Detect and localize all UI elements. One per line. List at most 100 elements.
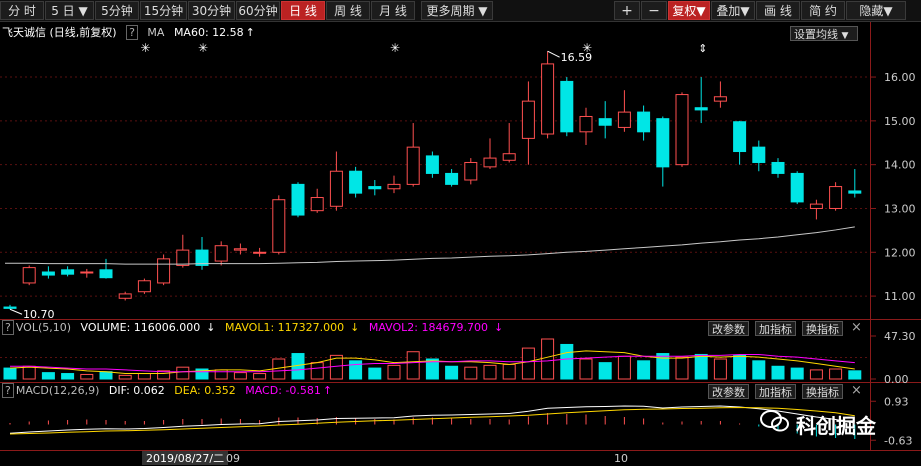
- volume-bar: [502, 363, 516, 380]
- dea-line: [9, 406, 855, 435]
- adjust-rights-label: 复权: [672, 4, 697, 18]
- price-tick-label: 14.00: [884, 159, 916, 172]
- period-5day[interactable]: 5 日 ▼: [45, 1, 94, 20]
- candle: [99, 269, 113, 279]
- period-60min[interactable]: 60分钟: [236, 1, 280, 20]
- period-30min[interactable]: 30分钟: [188, 1, 235, 20]
- stock-title: 飞天诚信 (日线,前复权): [2, 26, 117, 39]
- volume-bar: [694, 353, 708, 380]
- volume-bar: [137, 373, 151, 380]
- help-icon[interactable]: ?: [126, 25, 138, 40]
- period-monthly[interactable]: 月 线: [371, 1, 415, 20]
- volume-bar: [387, 364, 401, 380]
- volume-bar: [579, 358, 593, 380]
- volume-bar: [829, 368, 843, 380]
- macd-close-icon[interactable]: ×: [851, 383, 862, 398]
- overlay-label: 叠加: [716, 4, 741, 18]
- vol-add-indicator-button[interactable]: 加指标: [755, 321, 796, 336]
- watermark-text: 科创掘金: [796, 414, 876, 438]
- price-tick-label: 11.00: [884, 290, 916, 303]
- candle: [157, 258, 171, 284]
- vol-switch-indicator-button[interactable]: 换指标: [802, 321, 843, 336]
- price-tick-label: 15.00: [884, 115, 916, 128]
- low-marker-label: 10.70: [23, 308, 55, 321]
- chevron-down-icon: ▼: [696, 4, 706, 18]
- macd-add-indicator-button[interactable]: 加指标: [755, 384, 796, 399]
- overlay-button[interactable]: 叠加▼: [711, 1, 755, 20]
- hide-button[interactable]: 隐藏▼: [846, 1, 906, 20]
- candle: [368, 186, 382, 190]
- high-marker-line: [547, 50, 560, 58]
- period-more[interactable]: 更多周期 ▼: [421, 1, 493, 20]
- vol-change-params-button[interactable]: 改参数: [708, 321, 749, 336]
- low-marker-line: [9, 308, 23, 315]
- candle: [253, 251, 267, 254]
- price-tick-label: 13.00: [884, 202, 916, 215]
- volume-bar: [425, 358, 439, 380]
- period-weekly[interactable]: 周 线: [326, 1, 370, 20]
- period-15min[interactable]: 15分钟: [140, 1, 187, 20]
- main-chart-header: 飞天诚信 (日线,前复权) ? MA MA60: 12.58 ↑: [2, 25, 261, 40]
- volume-bar: [310, 362, 324, 380]
- candle: [521, 100, 535, 139]
- candle: [80, 271, 94, 274]
- adjust-rights-button[interactable]: 复权▼: [668, 1, 710, 20]
- period-5min[interactable]: 5分钟: [95, 1, 139, 20]
- candle: [617, 111, 631, 128]
- volume-bar: [80, 373, 94, 380]
- candle: [445, 172, 459, 185]
- macd-dif: DIF: 0.062: [108, 384, 165, 397]
- zoom-in-button[interactable]: +: [614, 1, 640, 20]
- toolbar: 分 时 5 日 ▼ 5分钟 15分钟 30分钟 60分钟 日 线 周 线 月 线…: [0, 0, 921, 22]
- price-tick-label: 12.00: [884, 246, 916, 259]
- candle: [560, 80, 574, 133]
- volume-bar: [483, 364, 497, 380]
- volume-header: ? VOL(5,10) VOLUME: 116006.000 ↓ MAVOL1: 1…: [2, 320, 509, 335]
- macd-tick-label: 0.93: [884, 395, 909, 408]
- candle: [425, 155, 439, 174]
- candle: [349, 170, 363, 194]
- vol-help-icon[interactable]: ?: [2, 320, 14, 335]
- down-arrow-icon: ↓: [206, 321, 216, 334]
- candle: [272, 199, 286, 253]
- mavol2-line: [10, 353, 855, 373]
- candle: [598, 118, 612, 126]
- candle: [713, 96, 727, 102]
- event-marker-icon: ✳: [390, 41, 400, 55]
- volume-bar: [809, 369, 823, 380]
- zoom-out-button[interactable]: −: [641, 1, 667, 20]
- macd-help-icon[interactable]: ?: [2, 383, 14, 398]
- volume-bar: [368, 367, 382, 380]
- period-intraday[interactable]: 分 时: [0, 1, 44, 20]
- set-ma-button[interactable]: 设置均线 ▼: [790, 26, 858, 41]
- volume-bar: [214, 369, 228, 380]
- simple-mode-button[interactable]: 简 约: [801, 1, 845, 20]
- macd-change-params-button[interactable]: 改参数: [708, 384, 749, 399]
- candle: [195, 249, 209, 266]
- candle: [848, 190, 862, 194]
- volume-bar: [733, 354, 747, 380]
- candle: [637, 111, 651, 133]
- ma60-line: [5, 226, 855, 265]
- macd-switch-indicator-button[interactable]: 换指标: [802, 384, 843, 399]
- period-daily[interactable]: 日 线: [281, 1, 325, 20]
- candle: [176, 249, 190, 266]
- volume-bar: [560, 343, 574, 380]
- macd-header: ? MACD(12,26,9) DIF: 0.062 DEA: 0.352 MAC…: [2, 383, 338, 398]
- up-arrow-icon: ↑: [245, 26, 255, 39]
- volume-bar: [406, 351, 420, 380]
- volume-bar: [22, 365, 36, 380]
- candle: [694, 107, 708, 111]
- volume-bar: [521, 347, 535, 380]
- volume-bar: [598, 362, 612, 380]
- vol-close-icon[interactable]: ×: [851, 320, 862, 335]
- candle: [214, 245, 228, 262]
- event-marker-icon: ✳: [198, 41, 208, 55]
- vol-mavol2: MAVOL2: 184679.700: [368, 321, 488, 334]
- candle: [675, 94, 689, 166]
- candle: [483, 157, 497, 168]
- macd-macd: MACD: -0.581: [245, 384, 321, 397]
- volume-bar: [329, 354, 343, 380]
- draw-line-button[interactable]: 画 线: [756, 1, 800, 20]
- event-marker-icon: ✳: [582, 41, 592, 55]
